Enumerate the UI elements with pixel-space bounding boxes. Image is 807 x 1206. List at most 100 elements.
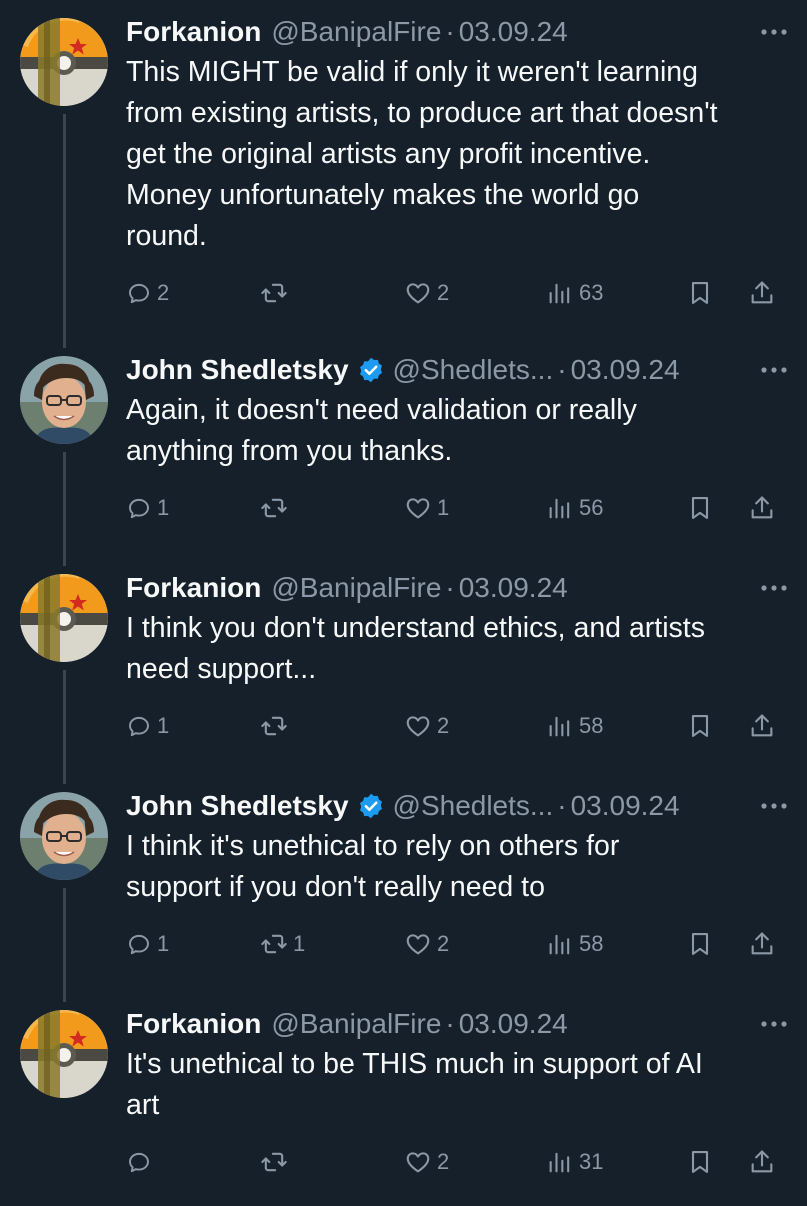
share-button[interactable]	[748, 488, 776, 528]
tweet[interactable]: Forkanion @BanipalFire · 03.09.24 I think yo…	[0, 568, 807, 770]
more-icon[interactable]	[761, 1020, 787, 1028]
tweet-text-line: need support...	[126, 653, 317, 685]
user-handle[interactable]: @Shedlets...	[393, 790, 554, 822]
views-count: 58	[579, 931, 604, 956]
retweet-button[interactable]	[260, 706, 293, 746]
views-button[interactable]: 56	[546, 488, 603, 528]
bookmark-button[interactable]	[686, 488, 714, 528]
share-icon	[748, 279, 776, 307]
replies-count: 1	[157, 931, 170, 956]
bookmark-button[interactable]	[686, 706, 714, 746]
tweet-header: John Shedletsky @Shedlets... · 03.09.24	[126, 350, 787, 390]
reply-button[interactable]	[126, 1142, 157, 1182]
reply-button[interactable]: 1	[126, 924, 169, 964]
share-button[interactable]	[748, 924, 776, 964]
share-icon	[748, 1148, 776, 1176]
avatar[interactable]	[20, 574, 108, 662]
views-button[interactable]: 63	[546, 273, 603, 313]
user-handle[interactable]: @BanipalFire	[271, 1008, 441, 1040]
views-button[interactable]: 58	[546, 706, 603, 746]
views-button[interactable]: 58	[546, 924, 603, 964]
tweet-date[interactable]: 03.09.24	[571, 790, 680, 822]
display-name[interactable]: Forkanion	[126, 1008, 261, 1040]
more-icon[interactable]	[761, 366, 787, 374]
display-name[interactable]: Forkanion	[126, 16, 261, 48]
tweet-text: This MIGHT be valid if only it weren't l…	[126, 52, 773, 257]
tweet-header: Forkanion @BanipalFire · 03.09.24	[126, 12, 787, 52]
share-button[interactable]	[748, 273, 776, 313]
likes-count: 2	[437, 280, 450, 305]
tweet-text-line: Again, it doesn't need validation or rea…	[126, 394, 637, 426]
bookmark-button[interactable]	[686, 1142, 714, 1182]
like-button[interactable]: 2	[404, 1142, 449, 1182]
retweet-button[interactable]: 1	[260, 924, 305, 964]
user-handle[interactable]: @BanipalFire	[271, 572, 441, 604]
tweet-date[interactable]: 03.09.24	[459, 572, 568, 604]
heart-icon	[404, 494, 432, 522]
like-button[interactable]: 2	[404, 706, 449, 746]
views-count: 31	[579, 1149, 604, 1174]
tweet-date[interactable]: 03.09.24	[459, 1008, 568, 1040]
header-separator: ·	[445, 1008, 455, 1039]
avatar[interactable]	[20, 356, 108, 444]
tweet-date[interactable]: 03.09.24	[571, 354, 680, 386]
avatar[interactable]	[20, 18, 108, 106]
retweet-icon	[260, 712, 288, 740]
user-handle[interactable]: @Shedlets...	[393, 354, 554, 386]
retweet-button[interactable]	[260, 1142, 293, 1182]
tweet-text-line: get the original artists any profit ince…	[126, 138, 651, 170]
reply-button[interactable]: 1	[126, 706, 169, 746]
tweet[interactable]: John Shedletsky @Shedlets... · 03.09.24 I th…	[0, 786, 807, 988]
tweet[interactable]: John Shedletsky @Shedlets... · 03.09.24 Agai…	[0, 350, 807, 552]
tweet-header: Forkanion @BanipalFire · 03.09.24	[126, 568, 787, 608]
retweet-button[interactable]	[260, 273, 293, 313]
tweet[interactable]: Forkanion @BanipalFire · 03.09.24 This MIGHT…	[0, 12, 807, 337]
reply-button[interactable]: 2	[126, 273, 169, 313]
tweet-actions: 1 1 2 58	[126, 924, 786, 964]
verified-badge-icon	[357, 356, 385, 384]
tweet-text-line: support if you don't really need to	[126, 871, 545, 903]
tweet-text-line: I think you don't understand ethics, and…	[126, 612, 705, 644]
reply-button[interactable]: 1	[126, 488, 169, 528]
tweet[interactable]: Forkanion @BanipalFire · 03.09.24 It's uneth…	[0, 1004, 807, 1206]
bookmark-icon	[686, 930, 714, 958]
like-button[interactable]: 2	[404, 924, 449, 964]
views-button[interactable]: 31	[546, 1142, 603, 1182]
reply-icon	[126, 713, 152, 739]
share-button[interactable]	[748, 706, 776, 746]
display-name[interactable]: John Shedletsky	[126, 790, 349, 822]
likes-count: 2	[437, 713, 450, 738]
heart-icon	[404, 930, 432, 958]
views-count: 63	[579, 280, 604, 305]
display-name[interactable]: Forkanion	[126, 572, 261, 604]
avatar[interactable]	[20, 792, 108, 880]
more-icon[interactable]	[761, 802, 787, 810]
avatar[interactable]	[20, 1010, 108, 1098]
heart-icon	[404, 712, 432, 740]
tweet-actions: 2 2 63	[126, 273, 786, 313]
user-handle[interactable]: @BanipalFire	[271, 16, 441, 48]
bookmark-button[interactable]	[686, 924, 714, 964]
header-separator: ·	[557, 354, 567, 385]
share-icon	[748, 494, 776, 522]
more-icon[interactable]	[761, 584, 787, 592]
more-icon[interactable]	[761, 28, 787, 36]
verified-badge-icon	[357, 792, 385, 820]
tweet-text-line: art	[126, 1089, 160, 1121]
header-separator: ·	[557, 790, 567, 821]
share-button[interactable]	[748, 1142, 776, 1182]
retweet-button[interactable]	[260, 488, 293, 528]
retweets-count: 1	[293, 931, 306, 956]
like-button[interactable]: 2	[404, 273, 449, 313]
views-icon	[546, 1148, 574, 1176]
tweet-actions: 2 31	[126, 1142, 786, 1182]
retweet-icon	[260, 494, 288, 522]
tweet-date[interactable]: 03.09.24	[459, 16, 568, 48]
replies-count: 2	[157, 280, 170, 305]
like-button[interactable]: 1	[404, 488, 449, 528]
retweet-icon	[260, 930, 288, 958]
display-name[interactable]: John Shedletsky	[126, 354, 349, 386]
bookmark-icon	[686, 279, 714, 307]
views-icon	[546, 712, 574, 740]
bookmark-button[interactable]	[686, 273, 714, 313]
